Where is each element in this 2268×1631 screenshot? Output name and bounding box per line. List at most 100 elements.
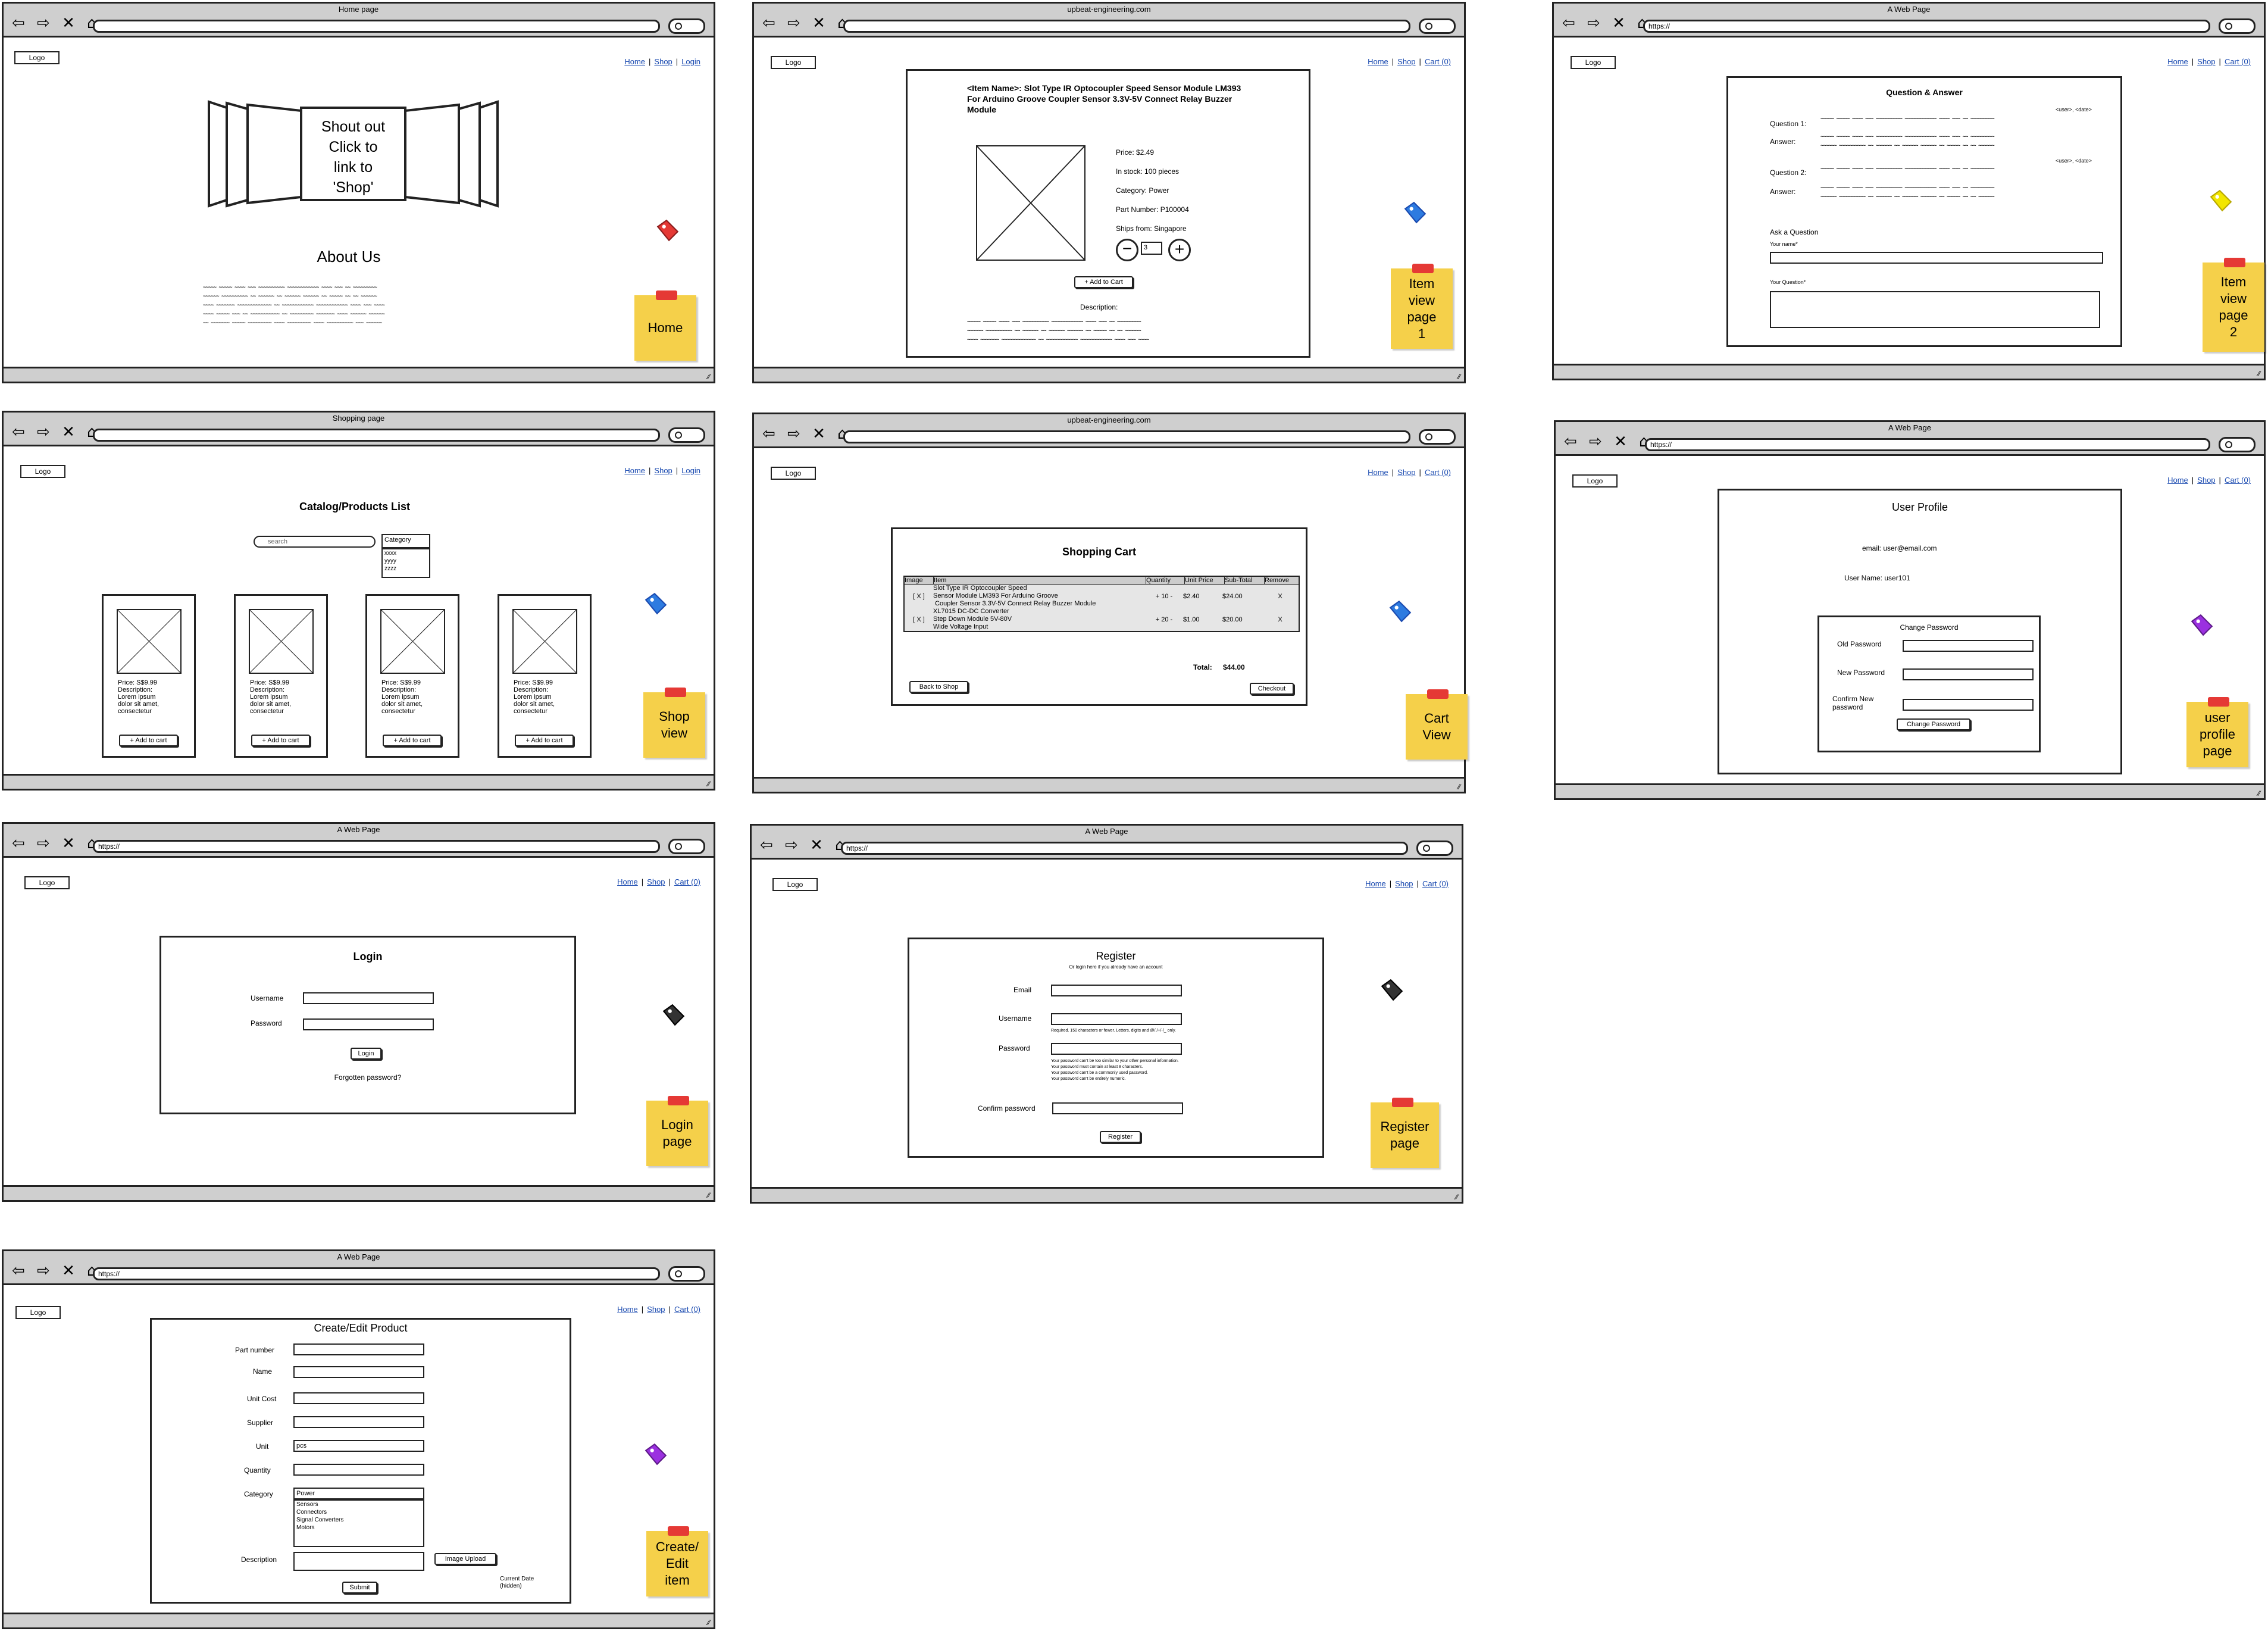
submit-button[interactable]: Submit	[342, 1582, 377, 1593]
link-home[interactable]: Home	[2167, 57, 2188, 66]
confirm-password-field[interactable]	[1903, 699, 2034, 711]
link-home[interactable]: Home	[1368, 468, 1388, 477]
question-textarea[interactable]	[1770, 291, 2100, 328]
url-bar[interactable]: https://	[1643, 20, 2210, 33]
link-shop[interactable]: Shop	[647, 877, 665, 886]
supplier-field[interactable]	[293, 1416, 424, 1428]
product-card[interactable]: Price: S$9.99 Description: Lorem ipsum do…	[498, 594, 592, 758]
url-bar[interactable]: https://	[93, 1267, 660, 1280]
link-home[interactable]: Home	[624, 57, 645, 66]
cell-item[interactable]: Slot Type IR Optocoupler Speed Sensor Mo…	[933, 585, 1145, 608]
link-home[interactable]: Home	[624, 466, 645, 475]
name-field[interactable]	[1770, 252, 2103, 264]
image-upload-button[interactable]: Image Upload	[434, 1553, 496, 1565]
description-field[interactable]	[293, 1552, 424, 1571]
nav-buttons-icon[interactable]: ⇦ ⇨ ✕ ⌂	[760, 838, 849, 853]
link-shop[interactable]: Shop	[1397, 57, 1415, 66]
unit-cost-field[interactable]	[293, 1392, 424, 1404]
link-shop[interactable]: Shop	[2197, 476, 2215, 485]
category-options[interactable]: xxxx yyyy zzzz	[381, 548, 430, 578]
link-cart[interactable]: Cart (0)	[2225, 476, 2251, 485]
search-icon[interactable]	[2219, 18, 2256, 34]
category-options[interactable]: Sensors Connectors Signal Converters Mot…	[293, 1499, 424, 1547]
link-cart[interactable]: Cart (0)	[674, 1305, 700, 1314]
nav-buttons-icon[interactable]: ⇦ ⇨ ✕ ⌂	[1562, 15, 1651, 31]
search-icon[interactable]	[668, 427, 705, 443]
option[interactable]: zzzz	[384, 565, 429, 573]
nav-buttons-icon[interactable]: ⇦ ⇨ ✕ ⌂	[762, 426, 851, 442]
cell-quantity[interactable]: + 20 -	[1145, 616, 1183, 623]
search-icon[interactable]	[668, 18, 705, 34]
old-password-field[interactable]	[1903, 640, 2034, 652]
logo[interactable]: Logo	[771, 56, 816, 69]
category-dropdown[interactable]: Category	[381, 534, 430, 548]
register-button[interactable]: Register	[1100, 1131, 1141, 1143]
link-home[interactable]: Home	[1365, 879, 1386, 888]
logo[interactable]: Logo	[772, 878, 818, 891]
register-subtitle[interactable]: Or login here if you already have an acc…	[909, 964, 1322, 970]
confirm-password-field[interactable]	[1052, 1102, 1183, 1114]
link-shop[interactable]: Shop	[654, 466, 672, 475]
remove-icon[interactable]: X	[1262, 593, 1299, 600]
cell-quantity[interactable]: + 10 -	[1145, 593, 1183, 600]
search-icon[interactable]	[668, 1266, 705, 1282]
username-field[interactable]	[1051, 1013, 1182, 1025]
minus-icon[interactable]: −	[1116, 239, 1138, 261]
quantity-stepper[interactable]: 3	[1141, 242, 1162, 255]
search-icon[interactable]	[668, 839, 705, 854]
add-to-cart-button[interactable]: + Add to cart	[251, 735, 310, 746]
password-field[interactable]	[1051, 1043, 1182, 1055]
logo[interactable]: Logo	[1571, 56, 1616, 69]
nav-buttons-icon[interactable]: ⇦ ⇨ ✕ ⌂	[12, 15, 101, 31]
cell-item[interactable]: XL7015 DC-DC Converter Step Down Module …	[933, 608, 1145, 631]
search-icon[interactable]	[1419, 429, 1456, 445]
option[interactable]: yyyy	[384, 557, 429, 565]
nav-buttons-icon[interactable]: ⇦ ⇨ ✕ ⌂	[12, 836, 101, 851]
url-bar[interactable]: https://	[93, 840, 660, 853]
unit-dropdown[interactable]: pcs	[293, 1440, 424, 1452]
back-to-shop-button[interactable]: Back to Shop	[909, 681, 968, 693]
search-icon[interactable]	[2219, 437, 2256, 452]
nav-buttons-icon[interactable]: ⇦ ⇨ ✕ ⌂	[12, 1263, 101, 1279]
url-bar[interactable]: https://	[841, 842, 1408, 855]
link-cart[interactable]: Cart (0)	[1422, 879, 1449, 888]
url-bar[interactable]: https://	[1645, 438, 2210, 451]
link-shop[interactable]: Shop	[2197, 57, 2215, 66]
logo[interactable]: Logo	[20, 465, 65, 478]
part-number-field[interactable]	[293, 1343, 424, 1355]
link-home[interactable]: Home	[2167, 476, 2188, 485]
name-field[interactable]	[293, 1366, 424, 1378]
email-field[interactable]	[1051, 985, 1182, 996]
product-card[interactable]: Price: S$9.99 Description: Lorem ipsum do…	[102, 594, 196, 758]
add-to-cart-button[interactable]: + Add to Cart	[1074, 276, 1133, 288]
link-home[interactable]: Home	[1368, 57, 1388, 66]
category-dropdown[interactable]: Power	[293, 1488, 424, 1499]
logo[interactable]: Logo	[24, 876, 70, 889]
nav-buttons-icon[interactable]: ⇦ ⇨ ✕ ⌂	[12, 424, 101, 440]
link-shop[interactable]: Shop	[1397, 468, 1415, 477]
quantity-field[interactable]	[293, 1464, 424, 1476]
link-shop[interactable]: Shop	[654, 57, 672, 66]
plus-icon[interactable]: +	[1168, 239, 1191, 261]
logo[interactable]: Logo	[1572, 474, 1618, 488]
nav-buttons-icon[interactable]: ⇦ ⇨ ✕ ⌂	[762, 15, 851, 31]
url-bar[interactable]	[93, 429, 660, 442]
add-to-cart-button[interactable]: + Add to cart	[515, 735, 574, 746]
forgot-password-link[interactable]: Forgotten password?	[161, 1073, 574, 1082]
password-field[interactable]	[303, 1018, 434, 1030]
add-to-cart-button[interactable]: + Add to cart	[119, 735, 178, 746]
login-button[interactable]: Login	[351, 1048, 381, 1060]
url-bar[interactable]	[93, 20, 660, 33]
logo[interactable]: Logo	[771, 467, 816, 480]
nav-buttons-icon[interactable]: ⇦ ⇨ ✕ ⌂	[1564, 434, 1653, 449]
link-home[interactable]: Home	[617, 1305, 638, 1314]
link-shop[interactable]: Shop	[1395, 879, 1413, 888]
product-card[interactable]: Price: S$9.99 Description: Lorem ipsum do…	[234, 594, 328, 758]
product-card[interactable]: Price: S$9.99 Description: Lorem ipsum do…	[365, 594, 459, 758]
link-login[interactable]: Login	[681, 466, 700, 475]
logo[interactable]: Logo	[14, 51, 60, 64]
link-cart[interactable]: Cart (0)	[2225, 57, 2251, 66]
banner-text[interactable]: Shout out Click to link to 'Shop'	[304, 117, 402, 198]
change-password-button[interactable]: Change Password	[1897, 718, 1970, 730]
username-field[interactable]	[303, 992, 434, 1004]
